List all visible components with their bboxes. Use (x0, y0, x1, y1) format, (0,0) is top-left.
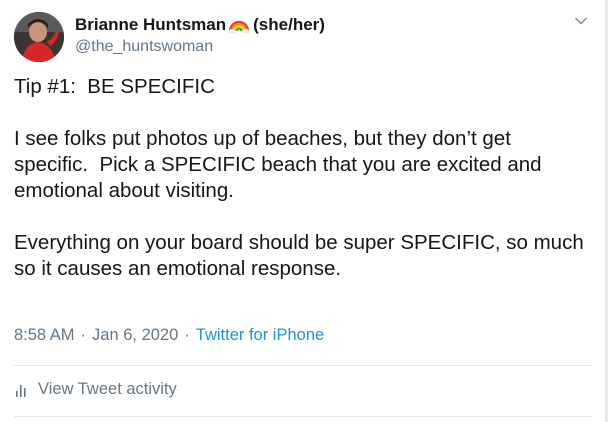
bar-chart-icon (14, 382, 30, 398)
divider (14, 365, 592, 366)
meta-separator: · (184, 326, 190, 344)
tweet-time[interactable]: 8:58 AM (14, 326, 75, 345)
divider (14, 416, 592, 417)
avatar[interactable] (14, 12, 64, 62)
tweet-source-link[interactable]: Twitter for iPhone (196, 326, 324, 345)
author-handle[interactable]: @the_huntswoman (75, 38, 325, 56)
view-tweet-activity-button[interactable]: View Tweet activity (14, 380, 177, 399)
meta-separator: · (80, 326, 87, 344)
tweet-meta: 8:58 AM · Jan 6, 2020 · Twitter for iPho… (14, 326, 324, 345)
name-row[interactable]: Brianne Huntsman (she/her) (75, 14, 325, 36)
chevron-down-icon[interactable] (572, 12, 590, 30)
rainbow-icon (228, 17, 250, 34)
tweet-date[interactable]: Jan 6, 2020 (92, 326, 178, 345)
pronouns: (she/her) (253, 15, 325, 34)
tweet-text: Tip #1: BE SPECIFIC I see folks put phot… (14, 75, 584, 280)
display-name[interactable]: Brianne Huntsman (75, 15, 226, 35)
tweet-header: Brianne Huntsman (she/her) @the_huntswom… (14, 12, 594, 64)
tweet-card: Brianne Huntsman (she/her) @the_huntswom… (0, 0, 608, 422)
author-names: Brianne Huntsman (she/her) @the_huntswom… (75, 14, 325, 56)
view-tweet-activity-label: View Tweet activity (38, 380, 177, 398)
